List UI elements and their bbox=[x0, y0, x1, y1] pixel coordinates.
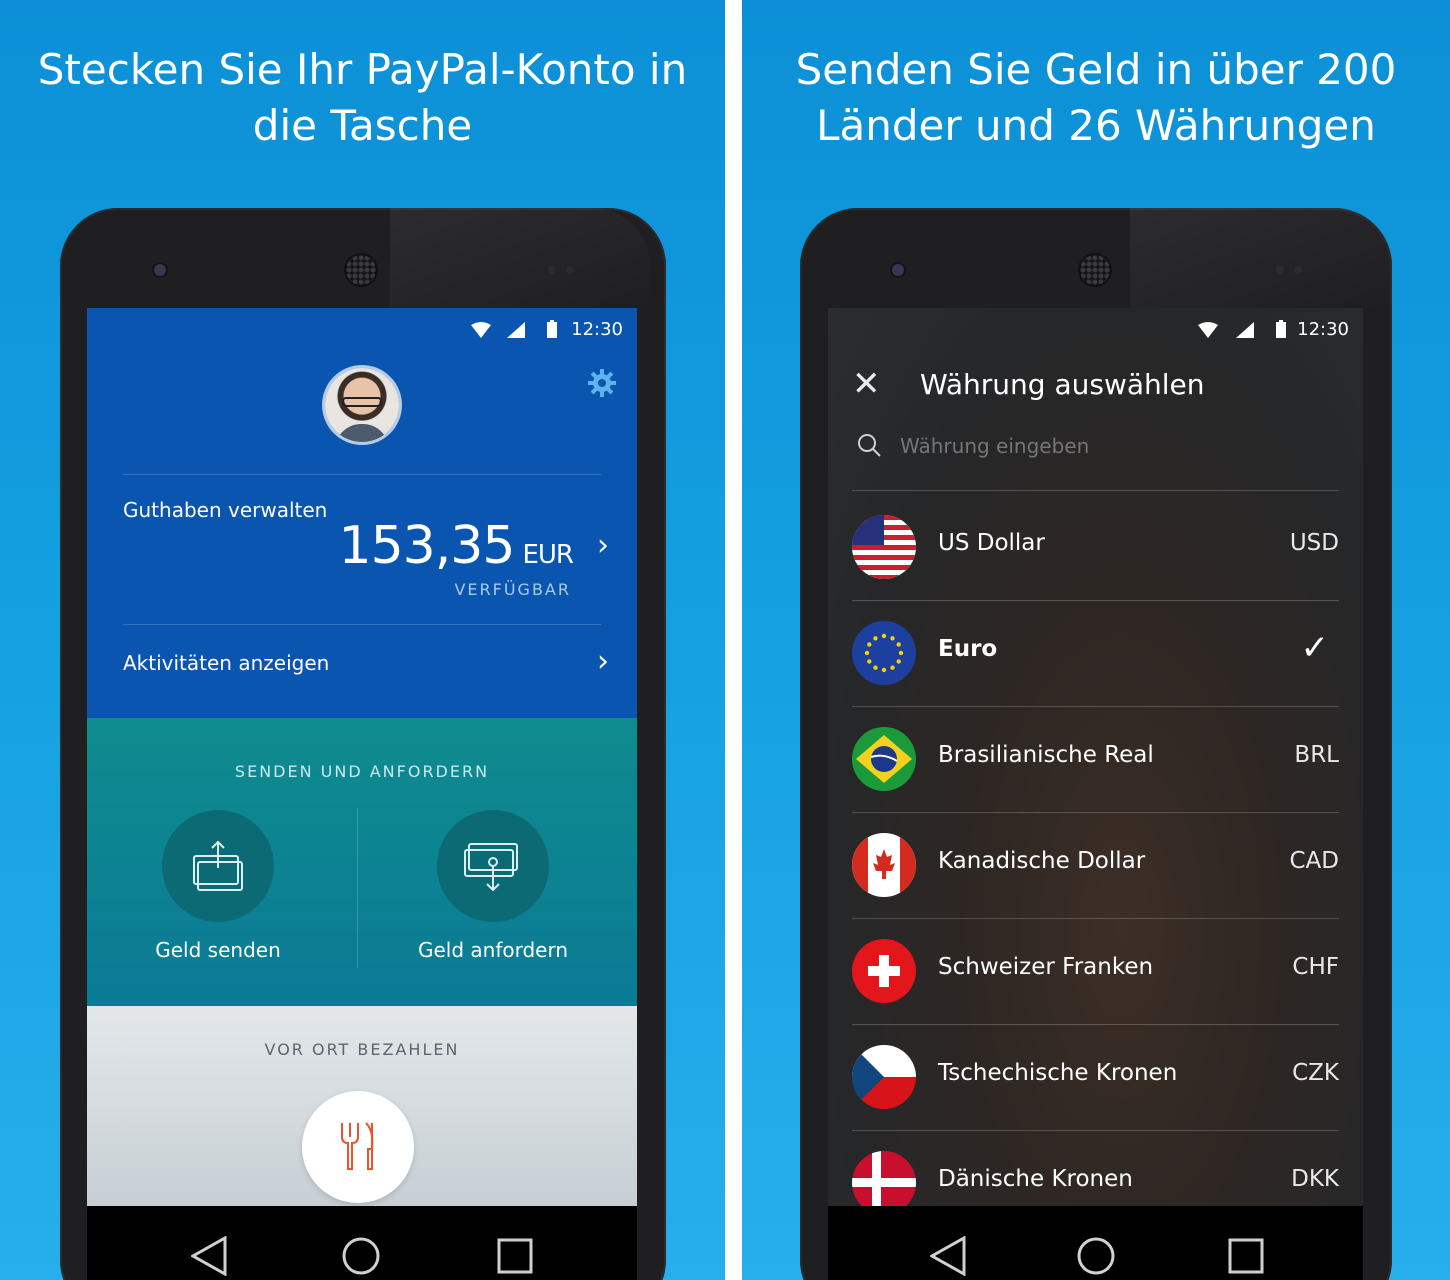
currency-row[interactable]: Tschechische Kronen CZK bbox=[852, 1024, 1339, 1130]
avatar[interactable] bbox=[325, 368, 399, 442]
currency-name: Dänische Kronen bbox=[938, 1166, 1133, 1192]
sensor-icon bbox=[1294, 266, 1302, 274]
recents-icon[interactable] bbox=[1228, 1238, 1264, 1274]
home-icon[interactable] bbox=[341, 1236, 381, 1276]
home-icon[interactable] bbox=[1076, 1236, 1116, 1276]
send-money-label: Geld senden bbox=[155, 938, 281, 962]
fork-knife-icon bbox=[341, 1122, 374, 1170]
checkmark-icon: ✓ bbox=[1300, 628, 1330, 668]
app-screen-home: 12:30 Guthaben verwalten 153,35 EUR VERFÜ… bbox=[87, 308, 637, 1280]
front-camera-icon bbox=[154, 264, 166, 276]
currency-code: CZK bbox=[1292, 1060, 1339, 1086]
ch-flag-icon bbox=[852, 939, 916, 1003]
status-bar: 12:30 bbox=[828, 308, 1363, 352]
speaker-icon bbox=[1080, 255, 1110, 285]
currency-name: Tschechische Kronen bbox=[938, 1060, 1178, 1086]
divider bbox=[123, 624, 601, 625]
status-time: 12:30 bbox=[1297, 319, 1349, 340]
currency-name: US Dollar bbox=[938, 530, 1045, 556]
phone-frame-left: 12:30 Guthaben verwalten 153,35 EUR VERFÜ… bbox=[60, 208, 666, 1280]
send-money-icon bbox=[193, 840, 243, 891]
pay-in-store-section: VOR ORT BEZAHLEN bbox=[87, 1006, 637, 1206]
us-flag-icon bbox=[852, 515, 916, 579]
balance-label: Guthaben verwalten bbox=[123, 498, 328, 522]
cz-flag-icon bbox=[852, 1045, 916, 1109]
status-time: 12:30 bbox=[571, 319, 623, 340]
search-input[interactable] bbox=[900, 428, 1300, 464]
recents-icon[interactable] bbox=[497, 1238, 533, 1274]
br-flag-icon bbox=[852, 727, 916, 791]
currency-row[interactable]: Kanadische Dollar CAD bbox=[852, 812, 1339, 918]
wifi-icon bbox=[1198, 322, 1218, 338]
front-camera-icon bbox=[892, 264, 904, 276]
currency-code: CAD bbox=[1289, 848, 1339, 874]
sensor-icon bbox=[1276, 266, 1284, 274]
restaurant-button[interactable] bbox=[302, 1091, 414, 1203]
currency-name: Euro bbox=[938, 636, 998, 662]
speaker-icon bbox=[346, 255, 376, 285]
signal-icon bbox=[507, 322, 525, 338]
currency-code: USD bbox=[1289, 530, 1339, 556]
request-money-button[interactable] bbox=[437, 810, 549, 922]
currency-code: DKK bbox=[1291, 1166, 1339, 1192]
currency-code: CHF bbox=[1292, 954, 1339, 980]
phone-frame-right: 12:30 ✕ Währung auswählen US Dollar USD Eu… bbox=[800, 208, 1392, 1280]
divider bbox=[123, 474, 601, 475]
wifi-icon bbox=[471, 322, 491, 338]
headline-left: Stecken Sie Ihr PayPal-Konto in die Tasc… bbox=[37, 45, 688, 150]
currency-row[interactable]: US Dollar USD bbox=[852, 494, 1339, 600]
back-icon[interactable] bbox=[191, 1236, 227, 1276]
gear-icon[interactable] bbox=[587, 368, 617, 398]
nav-bar bbox=[87, 1206, 637, 1280]
sensor-icon bbox=[566, 266, 574, 274]
balance-currency: EUR bbox=[522, 540, 574, 570]
status-bar: 12:30 bbox=[87, 308, 637, 352]
request-money-label: Geld anfordern bbox=[417, 938, 569, 962]
signal-icon bbox=[1236, 322, 1254, 338]
battery-icon bbox=[547, 320, 557, 338]
headline-right: Senden Sie Geld in über 200 Länder und 2… bbox=[795, 45, 1397, 150]
currency-row[interactable]: Schweizer Franken CHF bbox=[852, 918, 1339, 1024]
eu-flag-icon bbox=[852, 621, 916, 685]
page-title: Währung auswählen bbox=[920, 368, 1205, 401]
currency-name: Brasilianische Real bbox=[938, 742, 1154, 768]
send-money-button[interactable] bbox=[162, 810, 274, 922]
currency-row[interactable]: Euro ✓ bbox=[852, 600, 1339, 706]
promo-panel-left: Stecken Sie Ihr PayPal-Konto in die Tasc… bbox=[0, 0, 725, 1280]
promo-panel-right: Senden Sie Geld in über 200 Länder und 2… bbox=[742, 0, 1450, 1280]
section-title: VOR ORT BEZAHLEN bbox=[264, 1040, 460, 1059]
balance-amount: 153,35 EUR bbox=[338, 516, 574, 576]
request-money-icon bbox=[464, 843, 518, 892]
app-screen-currency: 12:30 ✕ Währung auswählen US Dollar USD Eu… bbox=[828, 308, 1363, 1280]
ca-flag-icon bbox=[852, 833, 916, 897]
close-icon[interactable]: ✕ bbox=[852, 364, 881, 404]
currency-row[interactable]: Brasilianische Real BRL bbox=[852, 706, 1339, 812]
profile-section: 12:30 Guthaben verwalten 153,35 EUR VERFÜ… bbox=[87, 308, 637, 718]
activity-label: Aktivitäten anzeigen bbox=[123, 651, 330, 675]
currency-code: BRL bbox=[1294, 742, 1339, 768]
divider bbox=[357, 808, 358, 968]
currency-name: Schweizer Franken bbox=[938, 954, 1154, 980]
search-icon bbox=[858, 434, 881, 457]
divider bbox=[852, 490, 1339, 491]
section-title: SENDEN UND ANFORDERN bbox=[234, 762, 490, 781]
chevron-right-icon: › bbox=[597, 528, 609, 563]
nav-bar bbox=[828, 1206, 1363, 1280]
currency-header: ✕ Währung auswählen bbox=[828, 352, 1363, 422]
battery-icon bbox=[1276, 320, 1286, 338]
send-request-section: SENDEN UND ANFORDERN Geld senden Geld an… bbox=[87, 718, 637, 1006]
chevron-right-icon: › bbox=[597, 644, 609, 679]
currency-search[interactable] bbox=[856, 428, 1339, 480]
currency-name: Kanadische Dollar bbox=[938, 848, 1146, 874]
sensor-icon bbox=[548, 266, 556, 274]
balance-sublabel: VERFÜGBAR bbox=[454, 580, 571, 599]
back-icon[interactable] bbox=[930, 1236, 966, 1276]
